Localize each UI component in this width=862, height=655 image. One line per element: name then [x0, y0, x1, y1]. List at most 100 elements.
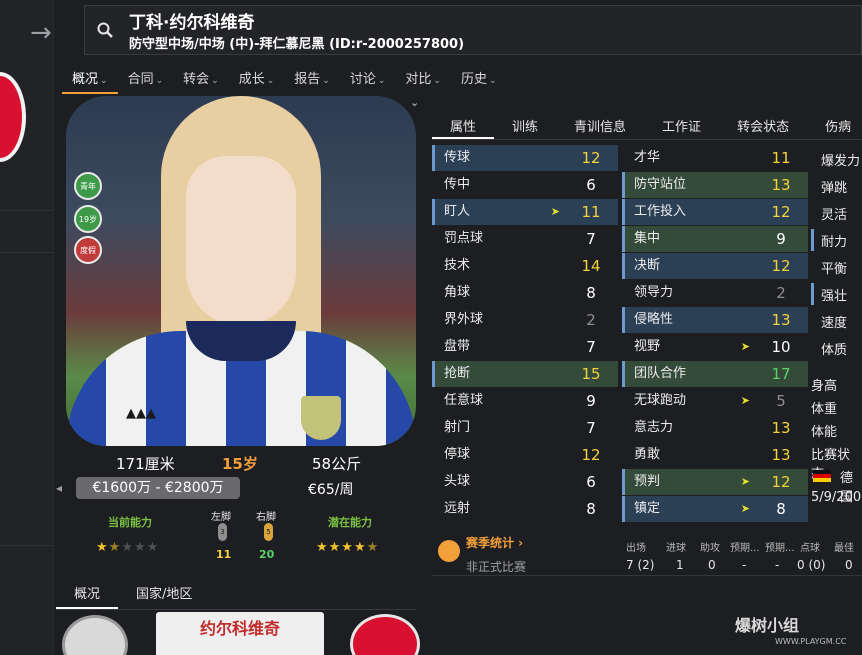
youth-badge[interactable]: 青年	[74, 172, 102, 200]
trend-arrow-icon: ➤	[740, 394, 750, 407]
physical-attribute-label: 速度	[821, 316, 848, 331]
attribute-value: 14	[581, 257, 601, 275]
watermark-url: WWW.PLAYGM.CC	[775, 637, 847, 646]
attribute-row[interactable]: 远射 8	[432, 496, 618, 522]
attribute-row[interactable]: 抢断 15	[432, 361, 618, 387]
attribute-value: 9	[776, 230, 786, 248]
attribute-name: 传中	[444, 177, 471, 192]
watermark-text: 爆树小组	[735, 616, 800, 635]
transfer-value[interactable]: €1600万 - €2800万	[76, 477, 240, 499]
club-logo-bottom[interactable]	[350, 614, 420, 655]
attribute-row[interactable]: 射门 7	[432, 415, 618, 441]
attribute-value: 2	[586, 311, 596, 329]
stat-header-goals: 进球	[666, 543, 686, 554]
attribute-name: 远射	[444, 501, 471, 516]
physical-attribute-label: 平衡	[821, 262, 848, 277]
attribute-name: 界外球	[444, 312, 484, 327]
stat-header-apps: 出场	[626, 543, 646, 554]
potential-ability-label: 潜在能力	[328, 516, 372, 529]
tab-reports[interactable]: 报告 ⌄	[284, 64, 340, 94]
attribute-row[interactable]: 意志力 13	[622, 415, 808, 441]
attribute-value: 12	[771, 203, 791, 221]
attribute-row[interactable]: 传中 6	[432, 172, 618, 198]
attribute-value: 13	[771, 419, 791, 437]
player-search-bar[interactable]: 丁科·约尔科维奇 防守型中场/中场 (中)-拜仁慕尼黑 (ID:r-200025…	[84, 5, 862, 55]
tab-compare[interactable]: 对比 ⌄	[395, 64, 451, 94]
attribute-row[interactable]: 勇敢 13	[622, 442, 808, 468]
attribute-row[interactable]: 工作投入 12	[622, 199, 808, 225]
attribute-row[interactable]: 角球 8	[432, 280, 618, 306]
attribute-name: 视野	[634, 339, 661, 354]
attribute-name: 集中	[634, 231, 661, 246]
left-foot-value: 11	[216, 548, 232, 561]
attribute-name: 勇敢	[634, 447, 661, 462]
info-label: 体重	[811, 402, 838, 417]
back-arrow-icon[interactable]: →	[30, 18, 52, 48]
search-icon	[97, 22, 113, 38]
tab-history[interactable]: 历史 ⌄	[451, 64, 507, 94]
chevron-down-icon: ⌄	[266, 76, 275, 86]
attribute-row[interactable]: 技术 14	[432, 253, 618, 279]
attribute-row[interactable]: 才华 11	[622, 145, 808, 171]
attribute-name: 盘带	[444, 339, 471, 354]
football-icon	[438, 540, 460, 562]
attribute-value: 8	[776, 500, 786, 518]
tab-work-permit[interactable]: 工作证	[644, 110, 719, 139]
attribute-row[interactable]: 防守站位 13	[622, 172, 808, 198]
attribute-row[interactable]: 团队合作 17	[622, 361, 808, 387]
attribute-value: 8	[586, 500, 596, 518]
season-divider	[432, 575, 862, 576]
attribute-row[interactable]: 视野 ➤ 10	[622, 334, 808, 360]
age-badge[interactable]: 19岁	[74, 205, 102, 233]
tab-nation[interactable]: 国家/地区	[118, 580, 210, 609]
tab-contract[interactable]: 合同 ⌄	[118, 64, 174, 94]
attribute-row[interactable]: 无球跑动 ➤ 5	[622, 388, 808, 414]
chevron-down-icon[interactable]: ⌄	[410, 96, 419, 109]
tab-youth-info[interactable]: 青训信息	[556, 110, 644, 139]
side-highlight-bar	[811, 229, 814, 251]
physical-attribute-label: 弹跳	[821, 181, 848, 196]
attribute-row[interactable]: 侵略性 13	[622, 307, 808, 333]
tab-discuss[interactable]: 讨论 ⌄	[340, 64, 396, 94]
stat-apps: 7 (2)	[626, 558, 655, 572]
attribute-row[interactable]: 罚点球 7	[432, 226, 618, 252]
attribute-row[interactable]: 传球 12	[432, 145, 618, 171]
season-stats-link[interactable]: 赛季统计 ›	[466, 534, 523, 551]
chevron-down-icon: ⌄	[100, 76, 108, 86]
stat-header-assists: 助攻	[700, 543, 720, 554]
tab-attributes[interactable]: 属性	[432, 110, 495, 139]
tab-transfer-status[interactable]: 转会状态	[719, 110, 807, 139]
attribute-row[interactable]: 盘带 7	[432, 334, 618, 360]
physical-attribute-label: 爆发力	[821, 154, 861, 169]
attribute-row[interactable]: 盯人 ➤ 11	[432, 199, 618, 225]
potential-ability-stars: ★★★★★	[316, 540, 380, 555]
tab-transfer[interactable]: 转会 ⌄	[173, 64, 229, 94]
tab-overview[interactable]: 概况 ⌄	[62, 64, 118, 94]
physical-attribute-label: 体质	[821, 343, 848, 358]
sidebar-divider	[0, 210, 54, 211]
tab-training[interactable]: 训练	[494, 110, 556, 139]
player-weight: 58公斤	[312, 455, 362, 473]
attribute-name: 射门	[444, 420, 471, 435]
shirt-badge-icon	[301, 396, 341, 440]
attribute-row[interactable]: 界外球 2	[432, 307, 618, 333]
attribute-row[interactable]: 任意球 9	[432, 388, 618, 414]
attribute-row[interactable]: 预判 ➤ 12	[622, 469, 808, 495]
chevron-down-icon: ⌄	[433, 76, 441, 86]
attribute-name: 无球跑动	[634, 393, 687, 408]
attribute-value: 17	[771, 365, 791, 383]
attribute-row[interactable]: 镇定 ➤ 8	[622, 496, 808, 522]
right-foot-icon: 5	[264, 523, 273, 541]
attribute-value: 12	[771, 257, 791, 275]
tab-injury[interactable]: 伤病	[807, 110, 862, 139]
attribute-row[interactable]: 决断 12	[622, 253, 808, 279]
tab-development[interactable]: 成长 ⌄	[229, 64, 285, 94]
attribute-row[interactable]: 领导力 2	[622, 280, 808, 306]
tab-bottom-overview[interactable]: 概况	[56, 580, 119, 609]
attribute-row[interactable]: 集中 9	[622, 226, 808, 252]
attribute-row[interactable]: 停球 12	[432, 442, 618, 468]
attribute-row[interactable]: 头球 6	[432, 469, 618, 495]
vacation-badge[interactable]: 度假	[74, 236, 102, 264]
national-team-logo[interactable]	[62, 615, 128, 655]
value-indicator-icon: ◂	[56, 481, 63, 495]
